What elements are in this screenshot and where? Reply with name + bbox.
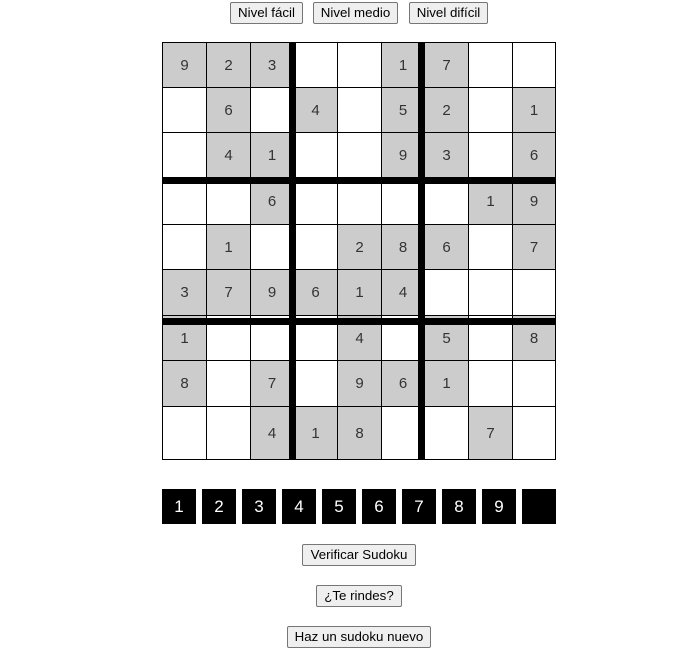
sudoku-cell[interactable]	[162, 224, 207, 270]
sudoku-cell[interactable]	[424, 178, 469, 225]
sudoku-given-cell: 7	[512, 224, 556, 270]
sudoku-given-cell: 6	[293, 269, 338, 316]
sudoku-given-cell: 1	[424, 360, 469, 407]
sudoku-cell[interactable]	[337, 87, 382, 133]
sudoku-given-cell: 8	[337, 406, 382, 460]
sudoku-given-cell: 7	[468, 406, 513, 460]
sudoku-board: 9231764521419366191286737961414588796141…	[162, 42, 556, 460]
sudoku-cell[interactable]	[293, 132, 338, 179]
sudoku-given-cell: 2	[206, 42, 251, 88]
medium-level-button[interactable]: Nivel medio	[313, 2, 398, 24]
sudoku-cell[interactable]	[337, 178, 382, 225]
sudoku-given-cell: 1	[206, 224, 251, 270]
number-key[interactable]: 3	[242, 489, 276, 524]
sudoku-given-cell: 9	[162, 42, 207, 88]
sudoku-cell[interactable]	[468, 87, 513, 133]
sudoku-cell[interactable]	[162, 87, 207, 133]
number-key[interactable]: 1	[162, 489, 196, 524]
sudoku-cell[interactable]	[337, 42, 382, 88]
sudoku-given-cell: 4	[293, 87, 338, 133]
sudoku-given-cell: 1	[468, 178, 513, 225]
sudoku-given-cell: 2	[424, 87, 469, 133]
number-key[interactable]: 5	[322, 489, 356, 524]
sudoku-cell[interactable]	[206, 178, 251, 225]
sudoku-cell[interactable]	[512, 42, 556, 88]
number-key[interactable]: 4	[282, 489, 316, 524]
sudoku-given-cell: 1	[250, 132, 294, 179]
sudoku-given-cell: 3	[250, 42, 294, 88]
sudoku-given-cell: 2	[337, 224, 382, 270]
sudoku-cell[interactable]	[162, 178, 207, 225]
sudoku-given-cell: 4	[250, 406, 294, 460]
sudoku-cell[interactable]	[468, 269, 513, 316]
box-divider-horizontal	[162, 318, 556, 325]
new-sudoku-button[interactable]: Haz un sudoku nuevo	[287, 626, 431, 648]
sudoku-cell[interactable]	[512, 360, 556, 407]
sudoku-given-cell: 9	[337, 360, 382, 407]
sudoku-given-cell: 7	[250, 360, 294, 407]
box-divider-vertical	[418, 42, 425, 460]
box-divider-vertical	[289, 42, 296, 460]
sudoku-given-cell: 7	[424, 42, 469, 88]
sudoku-cell[interactable]	[468, 360, 513, 407]
sudoku-given-cell: 1	[512, 87, 556, 133]
sudoku-given-cell: 6	[250, 178, 294, 225]
number-key[interactable]: 7	[402, 489, 436, 524]
sudoku-given-cell: 9	[512, 178, 556, 225]
easy-level-button[interactable]: Nivel fácil	[230, 2, 303, 24]
sudoku-cell[interactable]	[250, 87, 294, 133]
sudoku-cell[interactable]	[293, 360, 338, 407]
sudoku-given-cell: 6	[206, 87, 251, 133]
give-up-button[interactable]: ¿Te rindes?	[316, 585, 402, 607]
sudoku-cell[interactable]	[206, 406, 251, 460]
sudoku-cell[interactable]	[293, 178, 338, 225]
sudoku-cell[interactable]	[250, 224, 294, 270]
sudoku-given-cell: 7	[206, 269, 251, 316]
sudoku-given-cell: 6	[424, 224, 469, 270]
sudoku-cell[interactable]	[293, 42, 338, 88]
sudoku-cell[interactable]	[468, 42, 513, 88]
sudoku-cell[interactable]	[162, 406, 207, 460]
sudoku-cell[interactable]	[337, 132, 382, 179]
box-divider-horizontal	[162, 177, 556, 184]
sudoku-given-cell: 6	[512, 132, 556, 179]
sudoku-given-cell: 3	[162, 269, 207, 316]
sudoku-given-cell: 1	[337, 269, 382, 316]
verify-sudoku-button[interactable]: Verificar Sudoku	[302, 544, 416, 566]
number-key[interactable]: 8	[442, 489, 476, 524]
sudoku-given-cell: 3	[424, 132, 469, 179]
sudoku-given-cell: 8	[162, 360, 207, 407]
sudoku-cell[interactable]	[206, 360, 251, 407]
hard-level-button[interactable]: Nivel difícil	[409, 2, 488, 24]
number-pad: 123456789	[162, 489, 556, 524]
sudoku-given-cell: 9	[250, 269, 294, 316]
number-key[interactable]: 6	[362, 489, 396, 524]
sudoku-cell[interactable]	[424, 269, 469, 316]
sudoku-cell[interactable]	[512, 406, 556, 460]
number-key[interactable]: 9	[482, 489, 516, 524]
sudoku-cell[interactable]	[468, 224, 513, 270]
sudoku-given-cell: 1	[293, 406, 338, 460]
sudoku-cell[interactable]	[424, 406, 469, 460]
sudoku-cell[interactable]	[293, 224, 338, 270]
sudoku-cell[interactable]	[512, 269, 556, 316]
erase-key[interactable]	[522, 489, 556, 524]
sudoku-given-cell: 4	[206, 132, 251, 179]
sudoku-cell[interactable]	[468, 132, 513, 179]
number-key[interactable]: 2	[202, 489, 236, 524]
sudoku-cell[interactable]	[162, 132, 207, 179]
